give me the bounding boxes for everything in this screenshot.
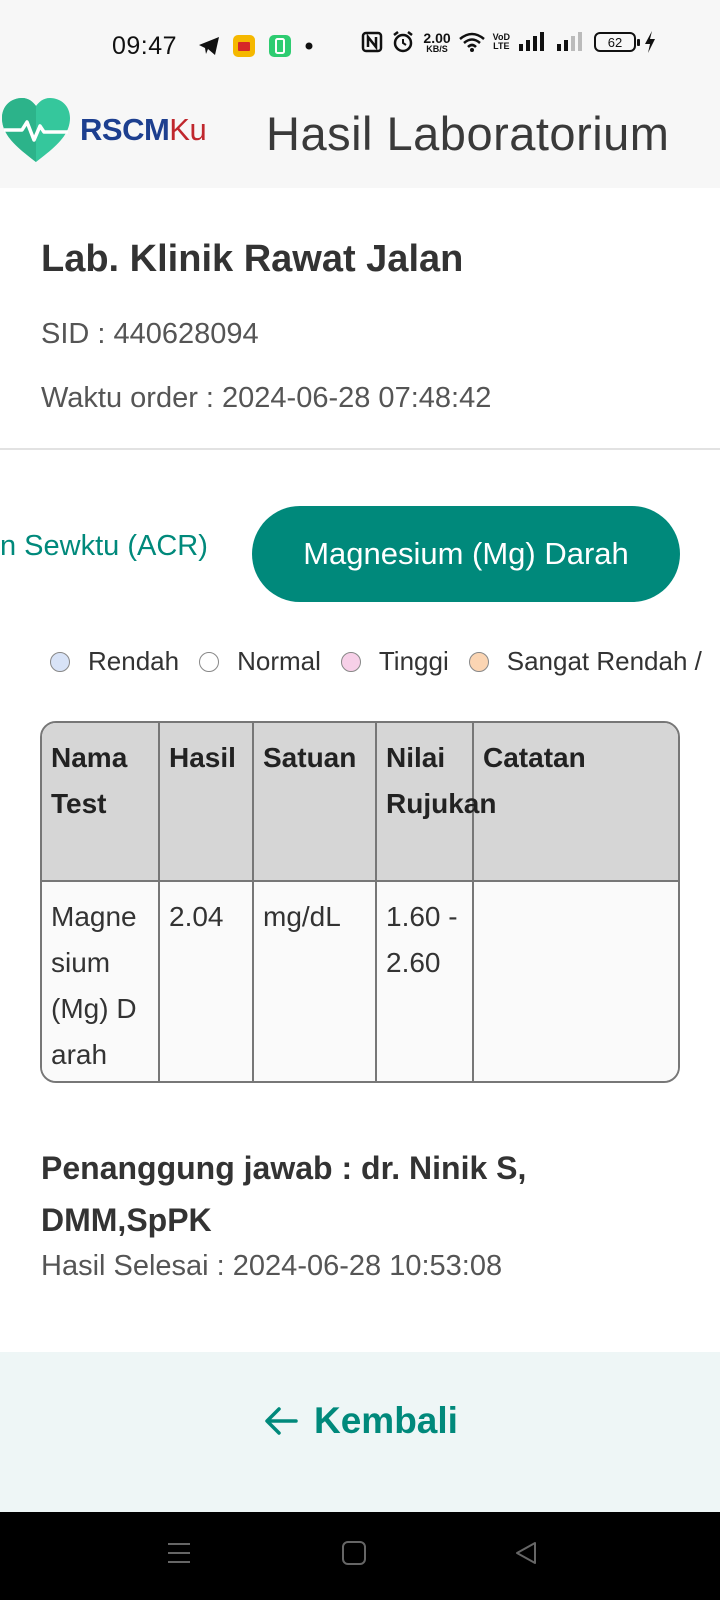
- cell-reference: 1.60 - 2.60: [375, 880, 474, 1081]
- brand-rscm: RSCM: [80, 112, 170, 147]
- rscmku-heart-logo-icon: [2, 98, 70, 162]
- legend-item-rendah: Rendah: [50, 646, 179, 677]
- legend-item-sangat-rendah: Sangat Rendah /: [468, 646, 702, 677]
- cell-unit: mg/dL: [252, 880, 377, 1081]
- network-speed-value: 2.00: [423, 29, 451, 46]
- page-title: Hasil Laboratorium: [266, 107, 670, 160]
- order-time: Waktu order : 2024-06-28 07:48:42: [41, 382, 492, 414]
- column-header-test-name: Nama Test: [42, 723, 160, 882]
- legend-dot-sangat-rendah: [468, 651, 489, 672]
- volte-bottom-label: LTE: [493, 41, 510, 51]
- battery-level: 62: [607, 34, 623, 50]
- charging-icon: [645, 31, 655, 53]
- result-legend: Rendah Normal Tinggi Sangat Rendah /: [50, 646, 720, 677]
- table-row: Magnesium (Mg) Darah 2.04 mg/dL 1.60 - 2…: [42, 880, 678, 1081]
- sample-id: SID : 440628094: [41, 318, 259, 350]
- test-tabs: n Sewktu (ACR) Magnesium (Mg) Darah: [0, 506, 720, 602]
- menu-icon[interactable]: [166, 1540, 192, 1566]
- legend-dot-rendah: [50, 651, 70, 672]
- legend-dot-normal: [199, 651, 220, 672]
- cell-result: 2.04: [158, 880, 254, 1081]
- back-nav-icon[interactable]: [513, 1540, 539, 1566]
- legend-label-tinggi: Tinggi: [378, 646, 449, 676]
- legend-label-normal: Normal: [237, 646, 321, 676]
- section-divider: [0, 448, 720, 450]
- telegram-icon: [199, 37, 219, 55]
- alarm-icon: [393, 31, 414, 53]
- app-header: RSCMKu Hasil Laboratorium: [0, 92, 720, 188]
- tab-magnesium[interactable]: Magnesium (Mg) Darah: [252, 506, 680, 602]
- volte-indicator: VoD LTE: [493, 33, 510, 51]
- legend-label-sangat-rendah: Sangat Rendah /: [506, 646, 702, 676]
- brand-ku: Ku: [169, 112, 207, 147]
- wifi-icon: [458, 32, 485, 52]
- app-notification-icon: [233, 35, 255, 57]
- legend-item-tinggi: Tinggi: [340, 646, 449, 677]
- back-button[interactable]: Kembali: [264, 1400, 458, 1442]
- system-navigation-bar: [0, 1512, 720, 1600]
- cell-note: [472, 880, 678, 1081]
- back-button-label: Kembali: [314, 1400, 458, 1441]
- column-header-reference: Nilai Rujukan: [375, 723, 496, 882]
- dot-icon: [305, 42, 313, 50]
- system-status-icons: 2.00 KB/S VoD LTE 62: [361, 30, 656, 54]
- legend-dot-tinggi: [340, 651, 361, 672]
- battery-indicator: 62: [594, 32, 640, 52]
- legend-item-normal: Normal: [199, 646, 321, 677]
- table-header-row: Nama Test Hasil Satuan Nilai Rujukan Cat…: [42, 723, 678, 882]
- signal-icon-sim1: [519, 32, 544, 51]
- status-time: 09:47: [112, 32, 178, 60]
- home-icon[interactable]: [341, 1540, 367, 1566]
- arrow-left-icon: [265, 1407, 298, 1435]
- footer: Kembali: [0, 1352, 720, 1512]
- column-header-unit: Satuan: [252, 723, 377, 882]
- battery-app-icon: [269, 35, 291, 57]
- result-finished-time: Hasil Selesai : 2024-06-28 10:53:08: [41, 1250, 503, 1282]
- column-header-note: Catatan: [472, 723, 678, 882]
- lab-results-table: Nama Test Hasil Satuan Nilai Rujukan Cat…: [40, 721, 680, 1083]
- responsible-doctor: Penanggung jawab : dr. Ninik S, DMM,SpPK: [41, 1150, 527, 1238]
- brand-logo-text: RSCMKu: [80, 112, 207, 148]
- tab-acr[interactable]: n Sewktu (ACR): [0, 530, 208, 563]
- network-speed: 2.00 KB/S: [423, 31, 450, 54]
- lab-name: Lab. Klinik Rawat Jalan: [41, 238, 464, 280]
- network-speed-unit: KB/S: [426, 43, 448, 54]
- legend-label-rendah: Rendah: [88, 646, 180, 676]
- notification-icons: [198, 34, 314, 58]
- signal-icon-sim2: [557, 32, 582, 51]
- nfc-icon: [362, 31, 383, 53]
- column-header-result: Hasil: [158, 723, 254, 882]
- status-bar: 09:47 2.00 KB/S VoD LTE 62: [0, 0, 720, 92]
- cell-test-name: Magnesium (Mg) Darah: [42, 880, 160, 1081]
